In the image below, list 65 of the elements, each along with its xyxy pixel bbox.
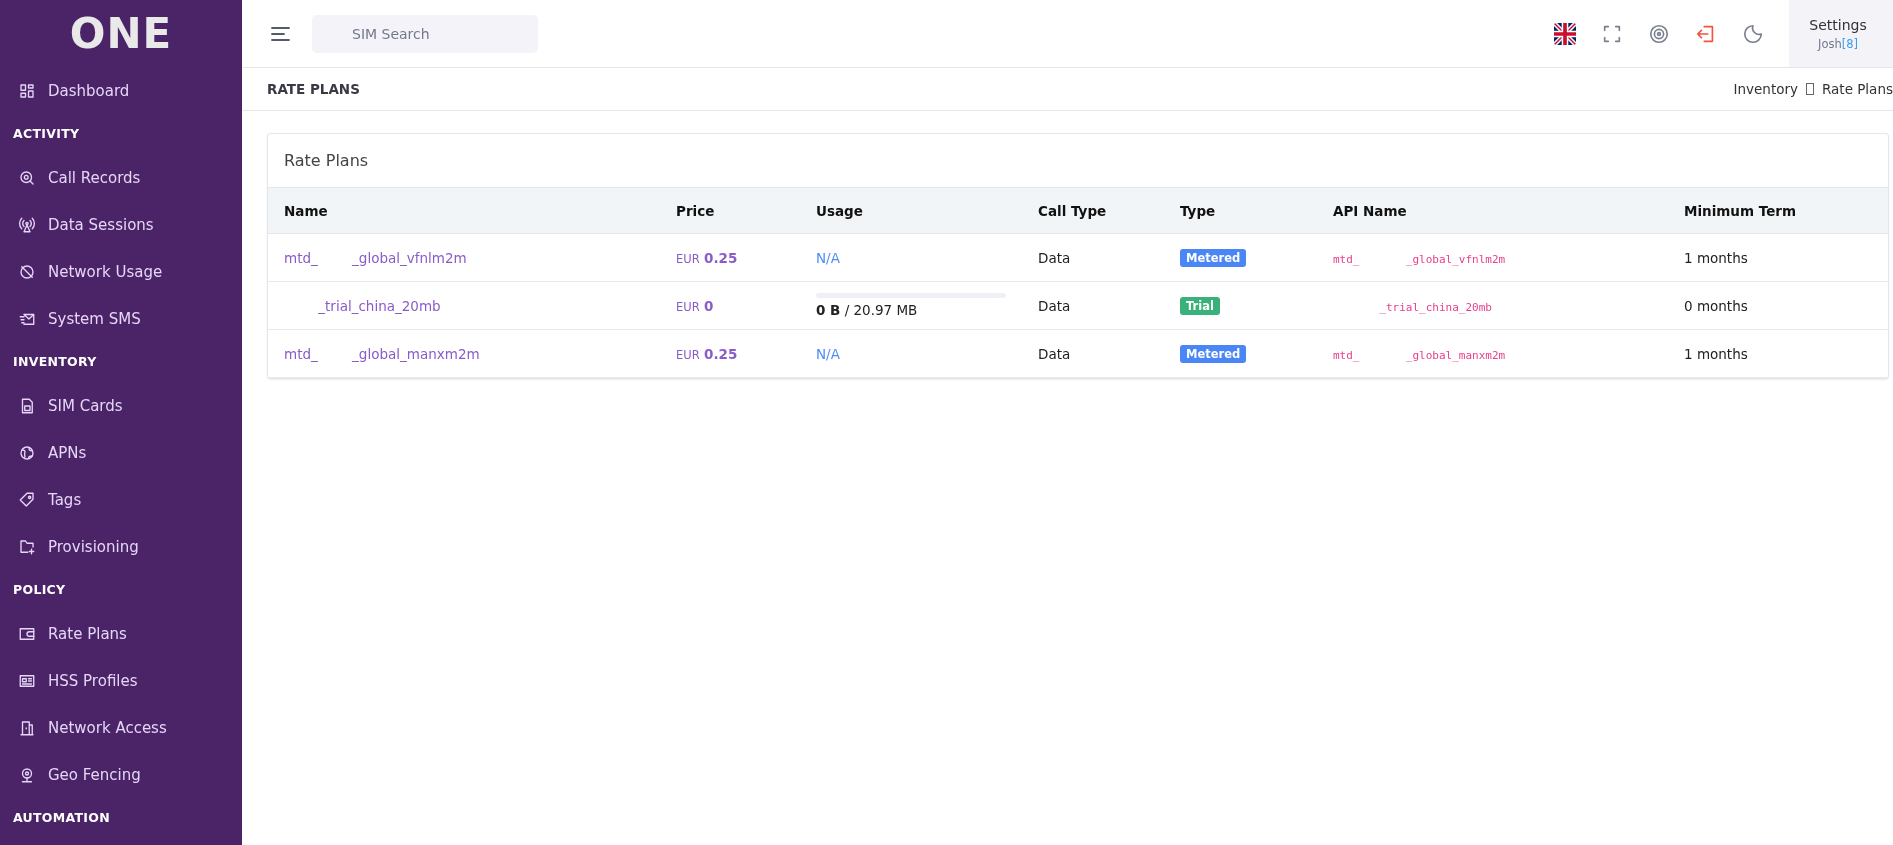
section-heading: INVENTORY <box>12 353 98 371</box>
api-name: mtd_ _global_manxm2m <box>1333 348 1506 362</box>
grid-icon <box>18 81 36 100</box>
door-icon <box>18 718 36 737</box>
price-cell: EUR 0 <box>660 281 800 330</box>
menu-icon[interactable] <box>270 25 292 42</box>
column-header: Name <box>268 187 660 234</box>
sidebar-item[interactable]: System SMS <box>0 295 242 342</box>
api-name: _trial_china_20mb <box>1378 300 1492 314</box>
sidebar-item[interactable]: Geo Fencing <box>0 751 242 798</box>
sidebar-item[interactable]: Rate Plans <box>0 610 242 657</box>
breadcrumb-link[interactable]: Inventory <box>1733 81 1798 97</box>
table-cell: 0 months <box>1668 281 1888 330</box>
section-heading: ACTIVITY <box>12 125 81 143</box>
card-title: Rate Plans <box>283 150 370 172</box>
tag-icon <box>18 490 36 509</box>
api-name: mtd_ _global_vfnlm2m <box>1333 252 1506 266</box>
table-cell: Data <box>1022 233 1164 282</box>
settings-button[interactable]: Settings Josh[8] <box>1789 0 1893 67</box>
type-badge: Metered <box>1180 344 1247 363</box>
search-icon <box>18 168 36 187</box>
table-cell: 1 months <box>1668 329 1888 378</box>
column-header: Minimum Term <box>1668 187 1888 234</box>
antenna-icon <box>18 215 36 234</box>
type-badge: Trial <box>1180 296 1220 315</box>
page-title: RATE PLANS <box>267 81 360 97</box>
sidebar-item[interactable]: Call Records <box>0 154 242 201</box>
usage-text: 0 B / 20.97 MB <box>816 302 919 318</box>
table-cell: 1 months <box>1668 233 1888 282</box>
plan-name-link[interactable]: _trial_china_20mb <box>284 297 441 314</box>
sidebar-item[interactable]: Tags <box>0 476 242 523</box>
separator-icon <box>1806 83 1814 95</box>
section-heading: AUTOMATION <box>12 809 111 827</box>
sidebar-item[interactable]: Network Usage <box>0 248 242 295</box>
column-header: API Name <box>1317 187 1668 234</box>
sidebar-item[interactable]: APNs <box>0 429 242 476</box>
section-heading: POLICY <box>12 581 67 599</box>
table-cell: Data <box>1022 281 1164 330</box>
plan-name-link[interactable]: mtd_ _global_vfnlm2m <box>284 249 467 266</box>
sidebar-item[interactable]: Data Sessions <box>0 201 242 248</box>
plan-name-link[interactable]: mtd_ _global_manxm2m <box>284 345 480 362</box>
globe-icon <box>18 262 36 281</box>
sidebar-item[interactable]: Provisioning <box>0 523 242 570</box>
type-badge: Metered <box>1180 248 1247 267</box>
price-cell: EUR 0.25 <box>660 233 800 282</box>
sidebar-item[interactable]: Dashboard <box>0 67 242 114</box>
target-icon[interactable] <box>1648 22 1670 45</box>
sidebar-item[interactable]: HSS Profiles <box>0 657 242 704</box>
price-cell: EUR 0.25 <box>660 329 800 378</box>
usage-text: N/A <box>816 345 840 362</box>
table-cell: Data <box>1022 329 1164 378</box>
globe-icon <box>18 443 36 462</box>
flag-icon[interactable] <box>1554 22 1576 45</box>
search-field[interactable]: SIM Search <box>312 14 538 53</box>
moon-icon[interactable] <box>1742 22 1764 45</box>
column-header: Price <box>660 187 800 234</box>
folder-plus-icon <box>18 537 36 556</box>
sidebar-item[interactable]: Network Access <box>0 704 242 751</box>
column-header: Usage <box>800 187 1022 234</box>
logo: ONE <box>69 10 173 58</box>
column-header: Call Type <box>1022 187 1164 234</box>
column-header: Type <box>1164 187 1317 234</box>
usage-text: N/A <box>816 249 840 266</box>
breadcrumb-link[interactable]: Rate Plans <box>1822 81 1893 97</box>
sidebar-item[interactable]: SIM Cards <box>0 382 242 429</box>
